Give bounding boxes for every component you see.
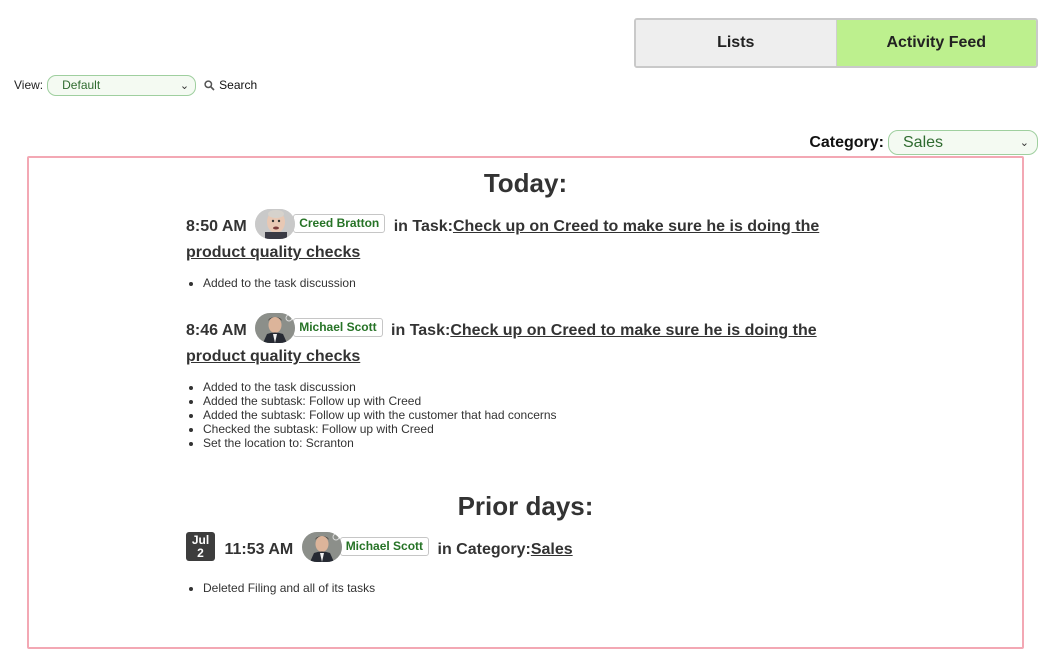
detail-item: Added to the task discussion — [203, 276, 356, 290]
feed-entry: 8:50 AM Creed Bratton in Task:Check up o… — [186, 208, 836, 266]
view-select-value: Default — [62, 78, 101, 92]
chevron-down-icon: ⌄ — [1019, 137, 1029, 149]
entry-context: in Task: — [393, 218, 453, 235]
today-heading: Today: — [483, 168, 568, 198]
user-name: Creed Bratton — [293, 214, 386, 234]
user-name: Michael Scott — [339, 537, 430, 557]
feed-entry: Jul 2 11:53 AM Michael Scott in Category… — [186, 531, 836, 563]
entry-context: in Task: — [391, 322, 451, 339]
entry-context: in Category: — [437, 541, 531, 558]
activity-feed: Today: 8:50 AM Creed Bratton in Task:Che… — [27, 156, 1024, 649]
user-chip[interactable]: Creed Bratton — [255, 208, 386, 239]
detail-item: Checked the subtask: Follow up with Cree… — [203, 422, 557, 436]
detail-item: Added the subtask: Follow up with the cu… — [203, 408, 557, 422]
category-filter: Category: Sales ⌄ — [809, 130, 1038, 155]
prior-days-heading: Prior days: — [457, 491, 594, 521]
chevron-down-icon: ⌄ — [179, 79, 190, 92]
entry-details: Added to the task discussion Added the s… — [203, 380, 557, 450]
avatar — [255, 208, 296, 239]
tab-activity-feed[interactable]: Activity Feed — [836, 20, 1036, 66]
date-month: Jul — [191, 533, 210, 548]
avatar — [301, 531, 342, 562]
detail-item: Added to the task discussion — [203, 380, 557, 394]
view-select[interactable]: Default ⌄ — [47, 74, 197, 96]
view-toolbar: View: Default ⌄ Search — [14, 74, 257, 96]
detail-item: Deleted Filing and all of its tasks — [203, 581, 375, 595]
view-label: View: — [14, 78, 44, 92]
user-name: Michael Scott — [293, 318, 383, 338]
entry-time: 8:50 AM — [186, 218, 247, 235]
tab-lists[interactable]: Lists — [636, 20, 837, 66]
category-select[interactable]: Sales ⌄ — [888, 130, 1038, 155]
detail-item: Added the subtask: Follow up with Creed — [203, 394, 557, 408]
search-icon — [204, 79, 215, 91]
entry-time: 8:46 AM — [186, 322, 247, 339]
view-tabs: Lists Activity Feed — [634, 18, 1038, 68]
category-select-value: Sales — [903, 133, 944, 151]
date-day: 2 — [197, 546, 204, 561]
date-badge: Jul 2 — [186, 532, 215, 562]
detail-item: Set the location to: Scranton — [203, 436, 557, 450]
entry-details: Deleted Filing and all of its tasks — [203, 581, 375, 595]
feed-entry: 8:46 AM Michael Scott in Task:Check up o… — [186, 312, 836, 370]
avatar — [255, 312, 296, 343]
user-chip[interactable]: Michael Scott — [301, 531, 430, 562]
user-chip[interactable]: Michael Scott — [255, 312, 383, 343]
category-label: Category: — [809, 133, 884, 151]
search-label: Search — [219, 78, 258, 92]
category-link[interactable]: Sales — [531, 541, 573, 558]
entry-details: Added to the task discussion — [203, 276, 356, 290]
entry-time: 11:53 AM — [224, 541, 294, 558]
search-button[interactable]: Search — [204, 78, 257, 92]
